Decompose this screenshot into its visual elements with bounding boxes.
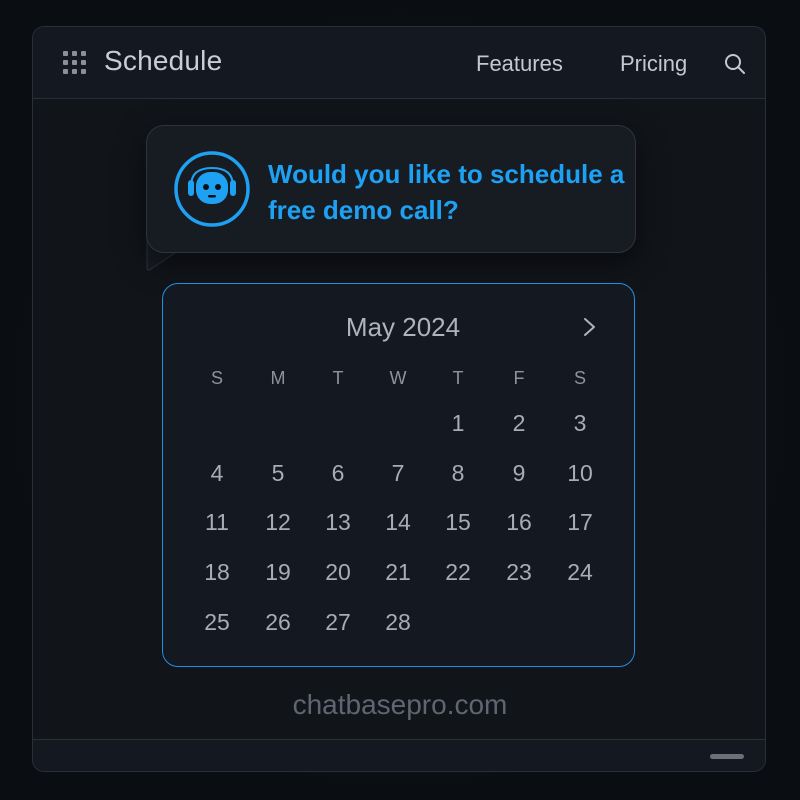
calendar-day[interactable]: 15 bbox=[438, 509, 478, 536]
calendar-day[interactable]: 19 bbox=[258, 559, 298, 586]
calendar-day[interactable]: 28 bbox=[378, 609, 418, 636]
weekday-label: S bbox=[573, 368, 586, 388]
top-navigation-bar: Schedule Features Pricing bbox=[33, 27, 765, 99]
calendar-day[interactable]: 10 bbox=[560, 460, 600, 487]
calendar-widget: May 2024 S M T W T F S 1 2 3 4 5 6 7 8 9… bbox=[162, 283, 635, 667]
calendar-day[interactable]: 22 bbox=[438, 559, 478, 586]
calendar-day[interactable]: 3 bbox=[560, 410, 600, 437]
calendar-day[interactable]: 24 bbox=[560, 559, 600, 586]
weekday-label: S bbox=[210, 368, 223, 388]
calendar-day[interactable]: 13 bbox=[318, 509, 358, 536]
app-window: Schedule Features Pricing Would you like… bbox=[32, 26, 766, 772]
calendar-day[interactable]: 21 bbox=[378, 559, 418, 586]
calendar-day[interactable]: 5 bbox=[258, 460, 298, 487]
page: Schedule Features Pricing Would you like… bbox=[0, 0, 800, 800]
calendar-day[interactable]: 17 bbox=[560, 509, 600, 536]
calendar-day[interactable]: 8 bbox=[438, 460, 478, 487]
bottom-bar bbox=[33, 739, 765, 771]
weekday-label: M bbox=[270, 368, 286, 388]
calendar-day[interactable]: 11 bbox=[197, 509, 237, 536]
weekday-label: F bbox=[513, 368, 525, 388]
nav-link-features[interactable]: Features bbox=[476, 51, 563, 77]
drag-handle[interactable] bbox=[710, 754, 744, 759]
calendar-day[interactable]: 20 bbox=[318, 559, 358, 586]
calendar-day[interactable]: 7 bbox=[378, 460, 418, 487]
app-title: Schedule bbox=[104, 45, 223, 76]
calendar-day[interactable]: 4 bbox=[197, 460, 237, 487]
calendar-day[interactable]: 26 bbox=[258, 609, 298, 636]
domain-label: chatbasepro.com bbox=[292, 689, 508, 720]
chevron-right-icon[interactable] bbox=[578, 316, 600, 338]
calendar-day[interactable]: 27 bbox=[318, 609, 358, 636]
calendar-day[interactable]: 12 bbox=[258, 509, 298, 536]
search-icon[interactable] bbox=[723, 52, 747, 76]
nav-link-pricing[interactable]: Pricing bbox=[620, 51, 687, 77]
calendar-day[interactable]: 1 bbox=[438, 410, 478, 437]
weekday-label: T bbox=[332, 368, 344, 388]
grid-menu-icon[interactable] bbox=[63, 51, 87, 75]
chat-message: Would you like to schedule a free demo c… bbox=[268, 159, 625, 225]
calendar-day[interactable]: 23 bbox=[499, 559, 539, 586]
calendar-month-label: May 2024 bbox=[345, 312, 461, 342]
calendar-day[interactable]: 9 bbox=[499, 460, 539, 487]
weekday-label: T bbox=[452, 368, 464, 388]
calendar-day[interactable]: 6 bbox=[318, 460, 358, 487]
bot-avatar-icon bbox=[174, 151, 250, 227]
calendar-day[interactable]: 16 bbox=[499, 509, 539, 536]
chat-bubble: Would you like to schedule a free demo c… bbox=[146, 125, 636, 253]
calendar-day[interactable]: 25 bbox=[197, 609, 237, 636]
calendar-day[interactable]: 2 bbox=[499, 410, 539, 437]
weekday-label: W bbox=[389, 368, 407, 388]
calendar-day[interactable]: 14 bbox=[378, 509, 418, 536]
calendar-day[interactable]: 18 bbox=[197, 559, 237, 586]
